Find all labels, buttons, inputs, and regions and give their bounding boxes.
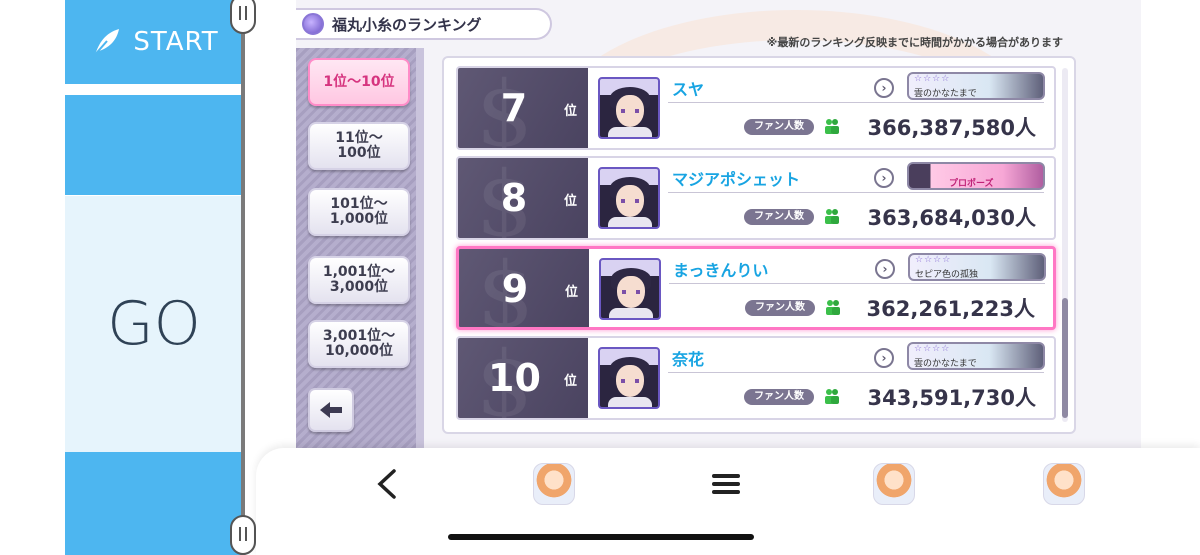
producer-avatar	[599, 258, 661, 320]
feather-icon	[92, 29, 120, 58]
producer-avatar	[598, 167, 660, 229]
rank-badge: 8 位	[458, 158, 588, 238]
fan-count: 363,684,030人	[867, 206, 1036, 230]
go-button[interactable]: GO	[65, 196, 243, 452]
people-icon	[826, 300, 840, 315]
split-divider[interactable]	[241, 0, 245, 555]
rank-badge: 10 位	[458, 338, 588, 418]
fan-count-label: ファン人数	[745, 300, 815, 316]
ranking-notice: ※最新のランキング反映までに時間がかかる場合があります	[766, 36, 1063, 49]
profile-arrow-button[interactable]: ›	[874, 348, 894, 368]
rank-suffix: 位	[564, 194, 578, 209]
people-icon	[825, 389, 839, 404]
menu-button[interactable]	[704, 462, 748, 506]
divider	[668, 102, 1044, 103]
card-stars: ☆☆☆☆	[914, 74, 951, 84]
card-name: セピア色の孤独	[915, 270, 979, 280]
rank-suffix: 位	[565, 285, 579, 300]
arrow-left-icon	[320, 402, 342, 418]
fan-count-label: ファン人数	[744, 119, 814, 135]
card-name: 雲のかなたまで	[914, 359, 977, 369]
fan-count: 362,261,223人	[866, 297, 1035, 321]
support-card-thumb[interactable]: ☆☆☆☆ 雲のかなたまで	[907, 342, 1045, 370]
producer-name[interactable]: まっきんりい	[673, 257, 768, 281]
fan-count-label: ファン人数	[744, 389, 814, 405]
rank-badge: 9 位	[459, 249, 589, 327]
producer-name[interactable]: スヤ	[672, 76, 704, 100]
scrollbar[interactable]	[1062, 68, 1068, 422]
app-icon	[1043, 463, 1085, 505]
producer-avatar	[598, 77, 660, 139]
ranking-medal-icon	[302, 13, 324, 35]
fan-count-label: ファン人数	[744, 209, 814, 225]
tab-rank-3001-10000[interactable]: 3,001位〜 10,000位	[308, 320, 410, 368]
app-switch-2[interactable]	[872, 462, 916, 506]
card-name: 雲のかなたまで	[914, 89, 977, 99]
go-label: GO	[107, 289, 201, 359]
back-nav-button[interactable]	[364, 462, 408, 506]
app-icon	[873, 463, 915, 505]
app-switch-3[interactable]	[1042, 462, 1086, 506]
rank-number: 9	[501, 267, 529, 311]
card-stars: ☆☆☆☆	[914, 344, 951, 354]
card-stars: ☆☆☆☆	[915, 255, 952, 265]
split-handle-bottom[interactable]	[230, 515, 256, 555]
divider	[668, 372, 1044, 373]
bottom-nav-bar	[256, 448, 1200, 555]
screen: START GO 福丸小糸のランキング ※最新のランキング反映までに時間がかかる…	[0, 0, 1200, 555]
producer-name[interactable]: 奈花	[672, 346, 704, 370]
producer-name[interactable]: マジアポシェット	[672, 166, 800, 190]
scrollbar-thumb[interactable]	[1062, 298, 1068, 418]
divider	[669, 283, 1045, 284]
app-switch-1[interactable]	[532, 462, 576, 506]
people-icon	[825, 209, 839, 224]
hamburger-icon	[712, 474, 740, 494]
app-icon	[533, 463, 575, 505]
tab-rank-11-100[interactable]: 11位〜 100位	[308, 122, 410, 170]
rank-number: 7	[500, 86, 528, 130]
split-handle-top[interactable]	[230, 0, 256, 34]
tab-rank-101-1000[interactable]: 101位〜 1,000位	[308, 188, 410, 236]
rank-badge: 7 位	[458, 68, 588, 148]
profile-arrow-button[interactable]: ›	[875, 259, 895, 279]
tab-rank-1-10[interactable]: 1位〜10位	[308, 58, 410, 106]
divider	[668, 192, 1044, 193]
game-screen: 福丸小糸のランキング ※最新のランキング反映までに時間がかかる場合があります 1…	[296, 0, 1141, 448]
chevron-left-icon	[377, 469, 396, 499]
people-icon	[825, 119, 839, 134]
producer-avatar	[598, 347, 660, 409]
start-button[interactable]: START	[65, 0, 243, 84]
support-card-thumb[interactable]: ☆☆☆☆ 雲のかなたまで	[907, 72, 1045, 100]
ranking-row[interactable]: 7 位 スヤ › ☆☆☆☆ 雲のかなたまで ファン人数 366,387,580人	[456, 66, 1056, 150]
card-name: プロポーズ	[949, 179, 994, 189]
ranking-row[interactable]: 9 位 まっきんりい › ☆☆☆☆ セピア色の孤独 ファン人数 362,261,…	[456, 246, 1056, 330]
home-indicator[interactable]	[448, 534, 754, 540]
rank-suffix: 位	[564, 374, 578, 389]
tab-rank-1001-3000[interactable]: 1,001位〜 3,000位	[308, 256, 410, 304]
ranking-title-bar: 福丸小糸のランキング	[296, 8, 552, 40]
rank-number: 10	[488, 356, 541, 400]
ranking-row[interactable]: 8 位 マジアポシェット › プロポーズ ファン人数 363,684,030人	[456, 156, 1056, 240]
profile-arrow-button[interactable]: ›	[874, 168, 894, 188]
blank-tile-bottom[interactable]	[65, 452, 243, 555]
back-button[interactable]	[308, 388, 354, 432]
left-panel: START GO	[65, 0, 243, 555]
fan-count: 366,387,580人	[867, 116, 1036, 140]
start-label: START	[133, 27, 219, 57]
blank-tile-top[interactable]	[65, 95, 243, 195]
support-card-thumb[interactable]: プロポーズ	[907, 162, 1045, 190]
rank-number: 8	[500, 176, 528, 220]
page-title: 福丸小糸のランキング	[332, 15, 482, 34]
profile-arrow-button[interactable]: ›	[874, 78, 894, 98]
support-card-thumb[interactable]: ☆☆☆☆ セピア色の孤独	[908, 253, 1046, 281]
ranking-list[interactable]: 7 位 スヤ › ☆☆☆☆ 雲のかなたまで ファン人数 366,387,580人…	[442, 56, 1076, 434]
rank-suffix: 位	[564, 104, 578, 119]
ranking-row[interactable]: 10 位 奈花 › ☆☆☆☆ 雲のかなたまで ファン人数 343,591,730…	[456, 336, 1056, 420]
fan-count: 343,591,730人	[867, 386, 1036, 410]
